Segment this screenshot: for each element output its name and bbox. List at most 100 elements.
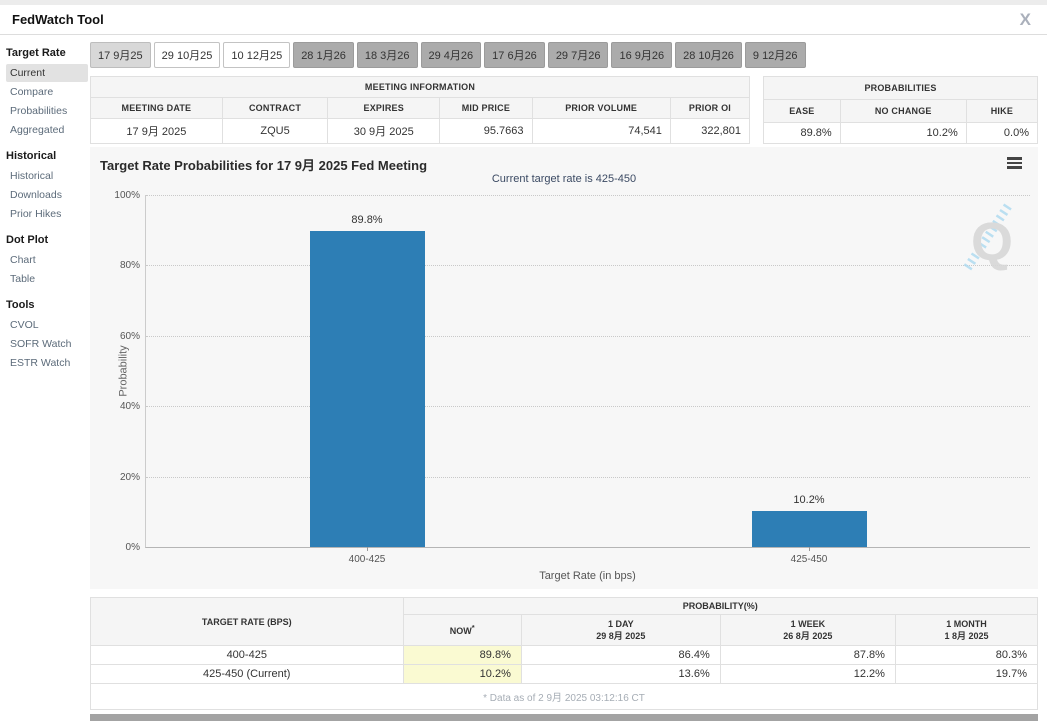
probability-history-table: TARGET RATE (BPS) PROBABILITY(%) NOW* 1 … [90,597,1038,710]
col-target-rate-bps: TARGET RATE (BPS) [91,598,404,646]
xtick-label-425-450: 425-450 [791,554,828,565]
one-day-cell: 86.4% [521,646,720,665]
app-header: FedWatch Tool X [0,5,1047,35]
meeting-date-value: 17 9月 2025 [91,119,223,144]
now-asterisk: * [472,623,475,632]
one-month-cell: 80.3% [895,646,1037,665]
sidebar-section-target-rate: Target Rate [6,47,88,59]
tab-meeting-2[interactable]: 29 10月25 [154,42,221,68]
xtick-label-400-425: 400-425 [349,554,386,565]
col-1-week: 1 WEEK26 8月 2025 [720,615,895,646]
sidebar-item-aggregated[interactable]: Aggregated [6,121,88,139]
sidebar-section-tools: Tools [6,299,88,311]
col-1-day: 1 DAY29 8月 2025 [521,615,720,646]
sidebar-item-compare[interactable]: Compare [6,83,88,101]
ytick-100: 100% [106,190,140,201]
target-rate-cell: 425-450 (Current) [91,665,404,684]
y-axis-title: Probability [118,345,130,396]
bottom-scrollbar[interactable] [90,714,1038,721]
now-cell: 89.8% [403,646,521,665]
tab-meeting-11[interactable]: 9 12月26 [745,42,806,68]
col-prior-oi: PRIOR OI [670,98,749,119]
page-title: FedWatch Tool [12,12,104,27]
col-no-change: NO CHANGE [840,100,966,123]
sidebar-section-dot-plot: Dot Plot [6,234,88,246]
table-row: 400-425 89.8% 86.4% 87.8% 80.3% [91,646,1038,665]
tab-meeting-10[interactable]: 28 10月26 [675,42,742,68]
ytick-0: 0% [106,542,140,553]
tab-meeting-1[interactable]: 17 9月25 [90,42,151,68]
one-day-cell: 13.6% [521,665,720,684]
chart-panel: Target Rate Probabilities for 17 9月 2025… [90,147,1038,589]
sidebar-item-sofr-watch[interactable]: SOFR Watch [6,335,88,353]
sidebar-item-table[interactable]: Table [6,270,88,288]
mid-price-value: 95.7663 [440,119,532,144]
sidebar-section-historical: Historical [6,150,88,162]
quikstrike-watermark-icon: Q [958,202,1020,276]
plot-area: 100% 80% 60% 40% 20% 0% Probability 89.8… [145,195,1030,548]
one-month-cell: 19.7% [895,665,1037,684]
tab-meeting-6[interactable]: 29 4月26 [421,42,482,68]
col-now: NOW* [403,615,521,646]
tab-meeting-7[interactable]: 17 6月26 [484,42,545,68]
col-hike: HIKE [966,100,1037,123]
col-expires: EXPIRES [328,98,440,119]
data-as-of-footnote: * Data as of 2 9月 2025 03:12:16 CT [91,684,1038,710]
col-mid-price: MID PRICE [440,98,532,119]
bar-400-425[interactable]: 89.8% [310,231,425,547]
sidebar-item-current[interactable]: Current [6,64,88,82]
tab-meeting-9[interactable]: 16 9月26 [611,42,672,68]
sidebar-item-probabilities[interactable]: Probabilities [6,102,88,120]
sidebar-item-prior-hikes[interactable]: Prior Hikes [6,205,88,223]
contract-value: ZQU5 [222,119,327,144]
sidebar-item-historical[interactable]: Historical [6,167,88,185]
chart-menu-icon[interactable] [1007,157,1022,171]
svg-text:Q: Q [971,212,1013,272]
ease-value: 89.8% [764,123,841,144]
close-icon[interactable]: X [1020,11,1031,28]
expires-value: 30 9月 2025 [328,119,440,144]
table-row: 425-450 (Current) 10.2% 13.6% 12.2% 19.7… [91,665,1038,684]
no-change-value: 10.2% [840,123,966,144]
chart-title: Target Rate Probabilities for 17 9月 2025… [100,155,427,174]
sidebar-item-estr-watch[interactable]: ESTR Watch [6,354,88,372]
target-rate-cell: 400-425 [91,646,404,665]
tab-meeting-8[interactable]: 29 7月26 [548,42,609,68]
ytick-60: 60% [106,331,140,342]
now-cell: 10.2% [403,665,521,684]
probabilities-row: 89.8% 10.2% 0.0% [764,123,1038,144]
xtick-mark [809,547,810,551]
sidebar-item-downloads[interactable]: Downloads [6,186,88,204]
prior-volume-value: 74,541 [532,119,670,144]
ytick-20: 20% [106,472,140,483]
meeting-info-row: 17 9月 2025 ZQU5 30 9月 2025 95.7663 74,54… [91,119,750,144]
probabilities-summary-table: PROBABILITIES EASE NO CHANGE HIKE 89.8% … [763,76,1038,144]
col-contract: CONTRACT [222,98,327,119]
meeting-info-title: MEETING INFORMATION [91,77,750,98]
hike-value: 0.0% [966,123,1037,144]
tab-meeting-3[interactable]: 10 12月25 [223,42,290,68]
tab-meeting-4[interactable]: 28 1月26 [293,42,354,68]
chart-subtitle: Current target rate is 425-450 [90,173,1038,185]
bar-value-label: 89.8% [351,214,382,226]
probability-group-header: PROBABILITY(%) [403,598,1038,615]
meeting-tabs: 17 9月25 29 10月25 10 12月25 28 1月26 18 3月2… [90,42,1038,68]
one-week-cell: 87.8% [720,646,895,665]
col-1-month: 1 MONTH1 8月 2025 [895,615,1037,646]
x-axis-title: Target Rate (in bps) [145,570,1030,582]
ytick-80: 80% [106,260,140,271]
probabilities-title: PROBABILITIES [764,77,1038,100]
sidebar-item-cvol[interactable]: CVOL [6,316,88,334]
ytick-40: 40% [106,401,140,412]
col-prior-volume: PRIOR VOLUME [532,98,670,119]
tab-meeting-5[interactable]: 18 3月26 [357,42,418,68]
sidebar-item-chart[interactable]: Chart [6,251,88,269]
xtick-mark [367,547,368,551]
col-ease: EASE [764,100,841,123]
sidebar: Target Rate Current Compare Probabilitie… [0,35,90,721]
meeting-info-table: MEETING INFORMATION MEETING DATE CONTRAC… [90,76,750,144]
bar-425-450[interactable]: 10.2% [752,511,867,547]
col-meeting-date: MEETING DATE [91,98,223,119]
one-week-cell: 12.2% [720,665,895,684]
bar-slot-400-425: 89.8% [146,195,588,547]
